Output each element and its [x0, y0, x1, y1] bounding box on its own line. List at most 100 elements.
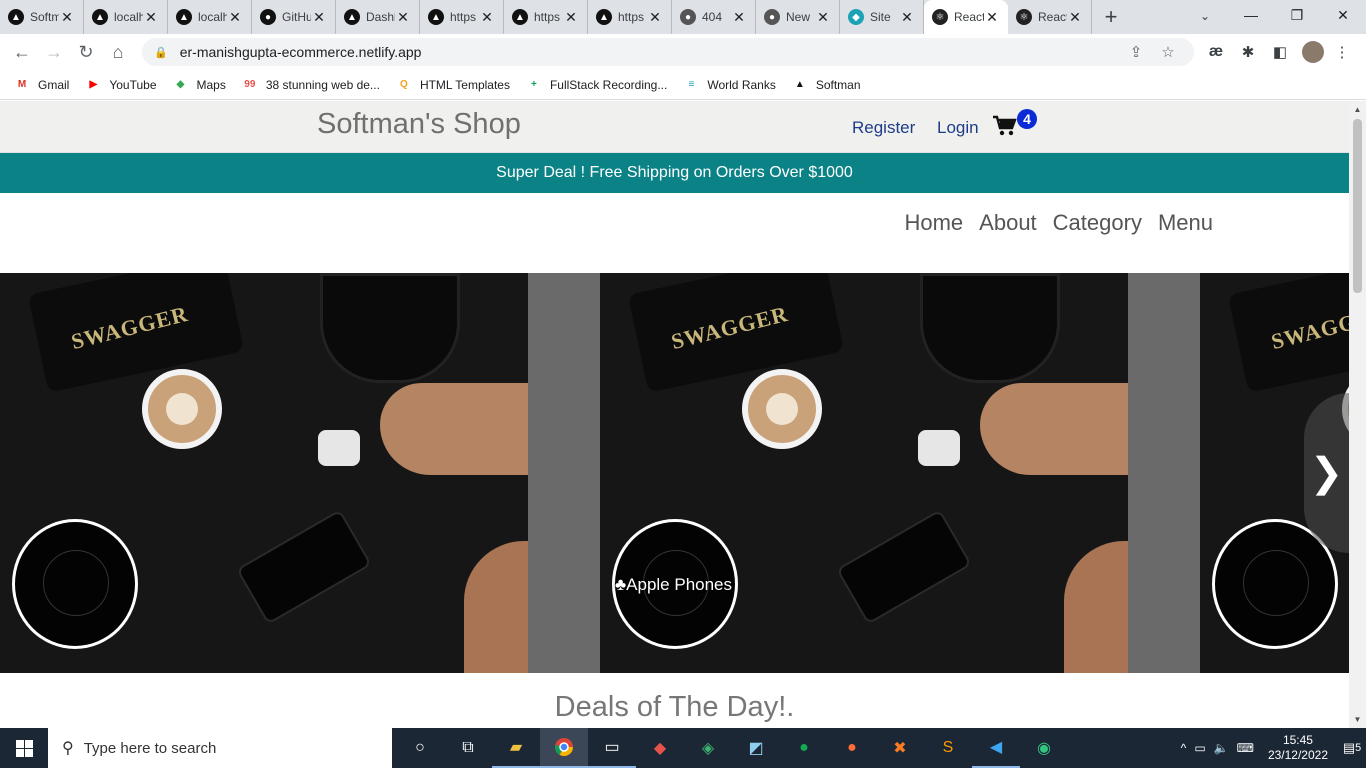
sublime-icon[interactable]: S [924, 728, 972, 768]
tab-close-icon[interactable]: ✕ [984, 9, 1000, 26]
bookmark-item[interactable]: ▶ YouTube [85, 77, 156, 93]
tab-close-icon[interactable]: ✕ [1067, 9, 1083, 26]
profile-avatar[interactable] [1300, 34, 1326, 70]
browser-tab[interactable]: ▲ localhost✕ [84, 0, 168, 34]
tab-close-icon[interactable]: ✕ [899, 9, 915, 26]
nav-menu[interactable]: Menu [1158, 210, 1213, 236]
bookmark-label: Gmail [38, 77, 70, 92]
tab-favicon-icon: ▲ [344, 9, 360, 25]
network-icon[interactable]: ▭ [1194, 741, 1205, 755]
start-button[interactable] [0, 728, 48, 768]
tab-title: Softman [30, 10, 59, 24]
url-field[interactable]: 🔒 er-manishgupta-ecommerce.netlify.app ⇪… [142, 38, 1194, 66]
tab-search-icon[interactable]: ⌄ [1194, 6, 1216, 26]
notification-icon[interactable]: ▤ 5 [1338, 736, 1366, 760]
mongodb-icon[interactable]: ● [780, 728, 828, 768]
volume-icon[interactable]: 🔈 [1214, 741, 1229, 755]
bookmark-item[interactable]: ◆ Maps [173, 77, 226, 93]
clock[interactable]: 15:45 23/12/2022 [1268, 733, 1328, 763]
browser-tab[interactable]: ◆ Site ✕ [840, 0, 924, 34]
page-scrollbar[interactable]: ▲ ▼ [1349, 101, 1366, 728]
tray-chevron-icon[interactable]: ^ [1181, 741, 1187, 755]
nav-home[interactable]: Home [904, 210, 963, 236]
extensions-puzzle-icon[interactable]: ✱ [1236, 34, 1260, 70]
cart-icon[interactable] [993, 115, 1017, 141]
register-link[interactable]: Register [852, 118, 915, 138]
terminal-icon[interactable]: ▭ [588, 728, 636, 768]
tab-title: Dashboard [366, 10, 395, 24]
tab-close-icon[interactable]: ✕ [815, 9, 831, 26]
reload-button[interactable]: ↻ [70, 36, 102, 68]
bookmark-item[interactable]: 99 38 stunning web de... [242, 77, 380, 93]
file-explorer-icon[interactable]: ▰ [492, 728, 540, 768]
git-icon[interactable]: ◈ [684, 728, 732, 768]
bookmark-label: FullStack Recording... [549, 77, 668, 92]
nav-about[interactable]: About [979, 210, 1037, 236]
app-blue-icon[interactable]: ◩ [732, 728, 780, 768]
edge-icon[interactable]: ◉ [1020, 728, 1068, 768]
taskbar-search-box[interactable]: ⚲ Type here to search [48, 728, 392, 768]
vscode-icon[interactable]: ◀ [972, 728, 1020, 768]
forward-button[interactable]: → [38, 36, 70, 68]
tab-close-icon[interactable]: ✕ [647, 9, 663, 26]
keyboard-icon[interactable]: ⌨ [1237, 741, 1254, 755]
postman-icon[interactable]: ● [828, 728, 876, 768]
tab-title: localhost [198, 10, 227, 24]
browser-tab[interactable]: ⚛ React ✕ [1008, 0, 1092, 34]
browser-menu-icon[interactable]: ⋮ [1330, 34, 1354, 70]
home-button[interactable]: ⌂ [102, 36, 134, 68]
browser-tab[interactable]: ▲ https ✕ [588, 0, 672, 34]
xampp-icon[interactable]: ✖ [876, 728, 924, 768]
app-red-icon[interactable]: ◆ [636, 728, 684, 768]
tab-close-icon[interactable]: ✕ [479, 9, 495, 26]
browser-tab[interactable]: ▲ Softman✕ [0, 0, 84, 34]
login-link[interactable]: Login [937, 118, 979, 138]
tab-title: React [1038, 10, 1067, 24]
bookmark-item[interactable]: M Gmail [14, 77, 70, 93]
hero-carousel: SWAGGER SWAGGER SWAGGER ♣Apple Phones ❯ [0, 273, 1349, 673]
scroll-down-icon[interactable]: ▼ [1349, 711, 1366, 728]
browser-tab[interactable]: ● 404 ✕ [672, 0, 756, 34]
bookmark-item[interactable]: ≡ World Ranks [683, 77, 775, 93]
scrollbar-thumb[interactable] [1353, 119, 1362, 293]
bookmark-star-icon[interactable]: ☆ [1158, 43, 1178, 61]
bookmark-item[interactable]: Q HTML Templates [396, 77, 510, 93]
share-icon[interactable]: ⇪ [1126, 43, 1146, 61]
browser-tab[interactable]: ▲ localhost✕ [168, 0, 252, 34]
maximize-button[interactable]: ❐ [1274, 0, 1320, 30]
bookmark-favicon-icon: ▲ [794, 79, 805, 90]
minimize-button[interactable]: — [1228, 0, 1274, 30]
carousel-slide: SWAGGER [600, 273, 1200, 673]
cortana-icon[interactable]: ○ [396, 728, 444, 768]
back-button[interactable]: ← [6, 36, 38, 68]
bookmark-item[interactable]: ▲ Softman [792, 77, 861, 93]
browser-tab[interactable]: ▲ Dashboard✕ [336, 0, 420, 34]
tab-close-icon[interactable]: ✕ [563, 9, 579, 26]
task-view-icon[interactable]: ⧉ [444, 728, 492, 768]
browser-tab[interactable]: ● GitHub✕ [252, 0, 336, 34]
tab-close-icon[interactable]: ✕ [143, 9, 159, 26]
tab-close-icon[interactable]: ✕ [227, 9, 243, 26]
side-panel-icon[interactable]: ◧ [1268, 34, 1292, 70]
extension-ae-icon[interactable]: æ [1204, 34, 1228, 70]
new-tab-button[interactable]: + [1092, 0, 1130, 34]
browser-tab[interactable]: ▲ https ✕ [420, 0, 504, 34]
bookmark-favicon-icon: Q [400, 79, 408, 90]
nav-category[interactable]: Category [1053, 210, 1142, 236]
browser-tab[interactable]: ● New ✕ [756, 0, 840, 34]
tab-close-icon[interactable]: ✕ [395, 9, 411, 26]
carousel-next-button[interactable]: ❯ [1304, 393, 1349, 553]
scroll-up-icon[interactable]: ▲ [1349, 101, 1366, 118]
tab-close-icon[interactable]: ✕ [311, 9, 327, 26]
lock-icon[interactable]: 🔒 [154, 46, 168, 59]
browser-tab[interactable]: ▲ https ✕ [504, 0, 588, 34]
tab-close-icon[interactable]: ✕ [59, 9, 75, 26]
clock-date: 23/12/2022 [1267, 748, 1328, 762]
tab-close-icon[interactable]: ✕ [731, 9, 747, 26]
close-window-button[interactable]: ✕ [1320, 0, 1366, 30]
site-logo[interactable]: Softman's Shop [317, 108, 521, 141]
bookmark-label: HTML Templates [419, 77, 510, 92]
bookmark-item[interactable]: + FullStack Recording... [526, 77, 667, 93]
chrome-icon[interactable] [540, 728, 588, 768]
browser-tab[interactable]: ⚛ React ✕ [924, 0, 1008, 34]
